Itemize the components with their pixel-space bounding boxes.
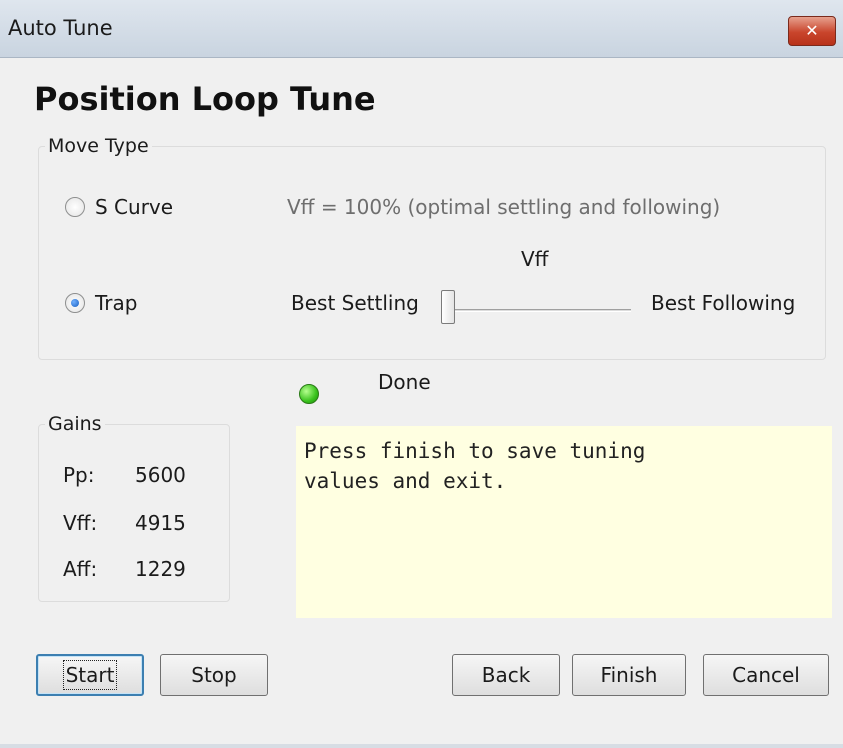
close-icon: ✕	[805, 21, 819, 40]
title-bar: Auto Tune ✕	[0, 0, 843, 58]
status-text: Done	[378, 370, 431, 394]
back-button-label: Back	[481, 663, 531, 687]
back-button[interactable]: Back	[452, 654, 560, 696]
page-title: Position Loop Tune	[34, 80, 376, 118]
finish-button[interactable]: Finish	[572, 654, 686, 696]
vff-slider-thumb[interactable]	[441, 290, 455, 324]
gain-value: 1229	[135, 557, 186, 581]
gain-value: 5600	[135, 463, 186, 487]
gain-row-aff: Aff: 1229	[63, 557, 186, 581]
gains-group: Gains Pp: 5600 Vff: 4915 Aff: 1229	[38, 412, 230, 602]
window-bottom-edge	[0, 744, 843, 748]
status-indicator-icon	[299, 384, 319, 404]
radio-s-curve-label: S Curve	[95, 195, 174, 219]
vff-slider-track[interactable]	[449, 309, 631, 312]
move-type-group: Move Type S Curve Trap Vff = 100% (optim…	[38, 134, 826, 360]
stop-button[interactable]: Stop	[160, 654, 268, 696]
auto-tune-dialog: Position Loop Tune Move Type S Curve Tra…	[0, 58, 843, 748]
message-box: Press finish to save tuning values and e…	[296, 426, 832, 618]
start-button-label: Start	[62, 660, 118, 690]
vff-note: Vff = 100% (optimal settling and followi…	[287, 195, 721, 219]
gain-key: Aff:	[63, 557, 98, 581]
gain-key: Vff:	[63, 511, 98, 535]
finish-button-label: Finish	[600, 663, 658, 687]
stop-button-label: Stop	[191, 663, 237, 687]
best-settling-label: Best Settling	[291, 291, 419, 315]
radio-button-selected-icon[interactable]	[65, 293, 85, 313]
best-following-label: Best Following	[651, 291, 796, 315]
move-type-legend: Move Type	[45, 134, 152, 158]
cancel-button[interactable]: Cancel	[703, 654, 829, 696]
gains-legend: Gains	[45, 412, 105, 436]
vff-slider-label: Vff	[521, 247, 549, 271]
gain-value: 4915	[135, 511, 186, 535]
gain-key: Pp:	[63, 463, 95, 487]
close-button[interactable]: ✕	[788, 16, 836, 46]
cancel-button-label: Cancel	[732, 663, 800, 687]
gain-row-vff: Vff: 4915	[63, 511, 186, 535]
window-title: Auto Tune	[8, 16, 113, 40]
start-button[interactable]: Start	[36, 654, 144, 696]
gain-row-pp: Pp: 5600	[63, 463, 186, 487]
radio-trap[interactable]: Trap	[65, 291, 137, 315]
radio-s-curve[interactable]: S Curve	[65, 195, 173, 219]
radio-trap-label: Trap	[95, 291, 138, 315]
radio-button-icon[interactable]	[65, 197, 85, 217]
